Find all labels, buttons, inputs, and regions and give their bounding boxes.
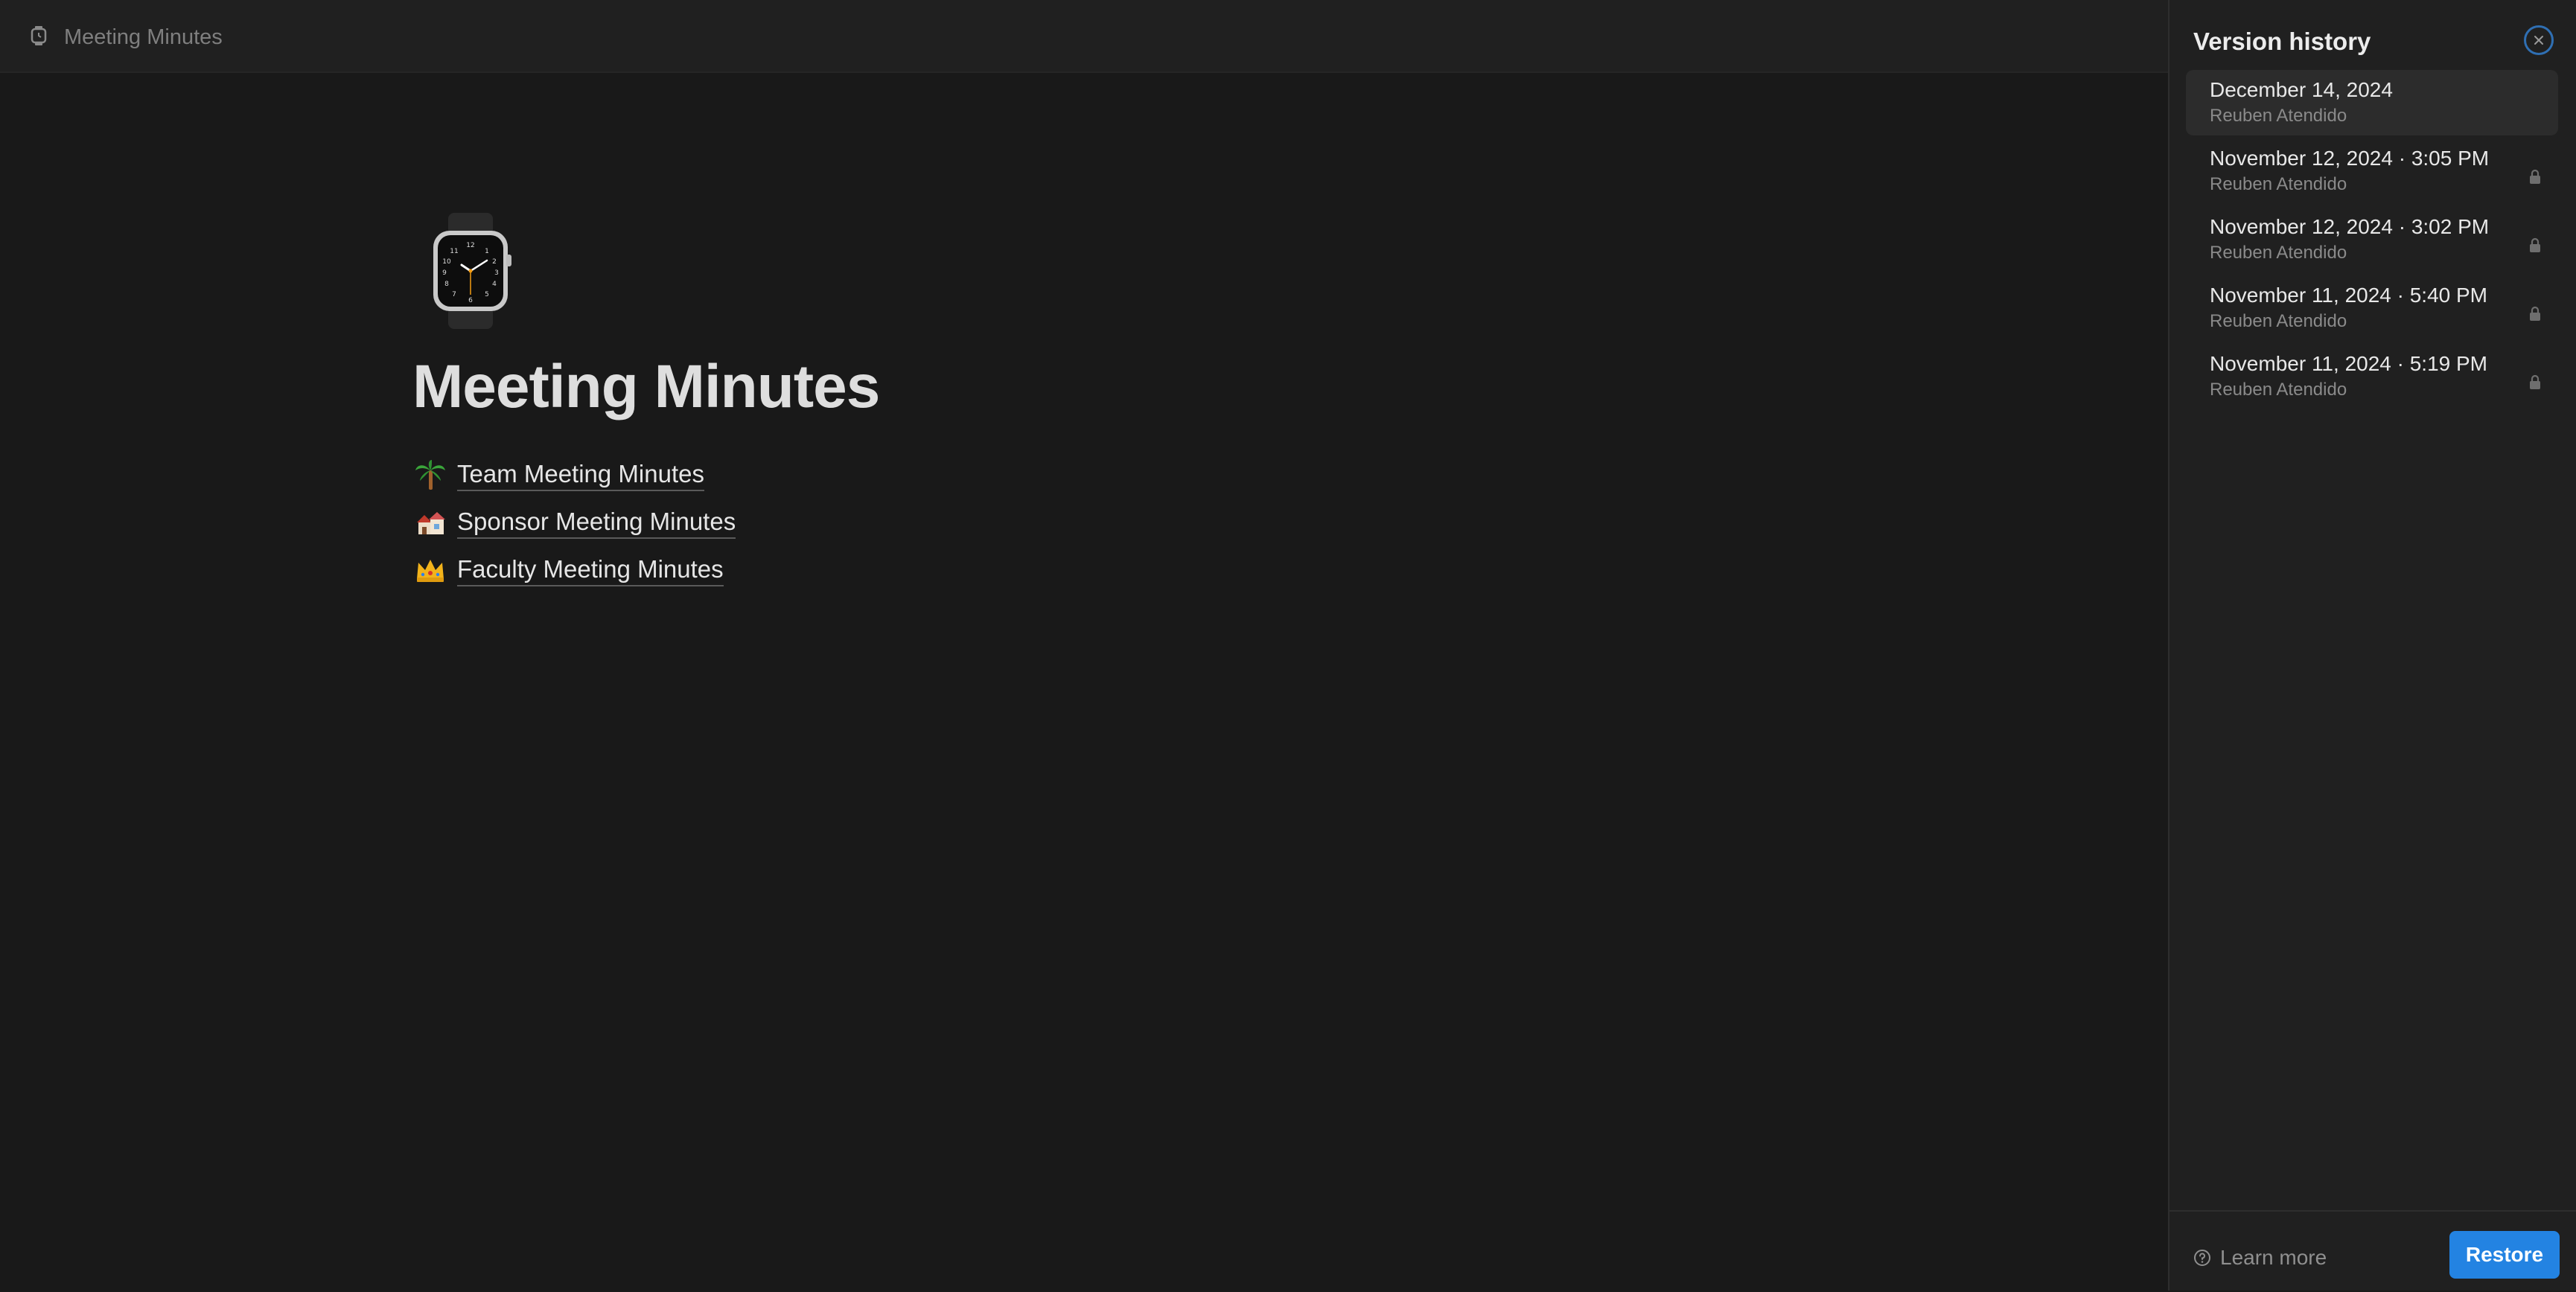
version-author: Reuben Atendido bbox=[2210, 380, 2347, 400]
svg-text:10: 10 bbox=[442, 258, 451, 266]
svg-text:6: 6 bbox=[468, 297, 473, 304]
learn-more-label[interactable]: Learn more bbox=[2220, 1244, 2327, 1271]
houses-icon bbox=[417, 512, 445, 534]
version-date: November 11, 2024 · 5:19 PM bbox=[2210, 352, 2488, 375]
version-author: Reuben Atendido bbox=[2210, 174, 2347, 194]
svg-text:5: 5 bbox=[485, 291, 489, 298]
version-author: Reuben Atendido bbox=[2210, 243, 2347, 263]
version-item[interactable]: November 11, 2024 · 5:19 PM Reuben Atend… bbox=[2186, 344, 2558, 409]
help-circle-icon bbox=[2194, 1250, 2210, 1266]
version-author: Reuben Atendido bbox=[2210, 106, 2347, 126]
version-history-title: Version history bbox=[2193, 28, 2371, 55]
crown-icon bbox=[417, 560, 444, 582]
version-item[interactable]: November 11, 2024 · 5:40 PM Reuben Atend… bbox=[2186, 275, 2558, 341]
app-window: Meeting Minutes 12 1 2 3 4 5 6 7 8 9 10 … bbox=[0, 0, 2576, 1291]
svg-text:7: 7 bbox=[452, 291, 456, 298]
version-history-panel: Version history December 14, 2024 Reuben… bbox=[2168, 0, 2576, 1291]
subpage-link-faculty[interactable]: Faculty Meeting Minutes bbox=[414, 546, 736, 594]
version-item[interactable]: November 12, 2024 · 3:05 PM Reuben Atend… bbox=[2186, 138, 2558, 204]
svg-text:1: 1 bbox=[485, 248, 489, 255]
version-date: November 11, 2024 · 5:40 PM bbox=[2210, 284, 2488, 307]
subpage-link-team[interactable]: Team Meeting Minutes bbox=[414, 451, 736, 499]
version-date: November 12, 2024 · 3:05 PM bbox=[2210, 147, 2490, 170]
breadcrumb-page-title[interactable]: Meeting Minutes bbox=[64, 22, 223, 52]
svg-text:11: 11 bbox=[450, 248, 458, 255]
top-bar: Meeting Minutes bbox=[0, 0, 2168, 73]
close-icon bbox=[2534, 36, 2543, 45]
watch-icon[interactable]: 12 1 2 3 4 5 6 7 8 9 10 11 bbox=[426, 211, 515, 330]
close-button[interactable] bbox=[2524, 25, 2554, 55]
subpage-link-label[interactable]: Faculty Meeting Minutes bbox=[457, 554, 724, 586]
lock-icon bbox=[2530, 374, 2540, 389]
lock-icon bbox=[2530, 306, 2540, 321]
version-date: December 14, 2024 bbox=[2210, 78, 2393, 101]
palm-tree-icon bbox=[415, 460, 445, 490]
svg-text:9: 9 bbox=[442, 269, 447, 277]
lock-icon bbox=[2530, 169, 2540, 184]
svg-text:4: 4 bbox=[492, 281, 497, 288]
version-item[interactable]: November 12, 2024 · 3:02 PM Reuben Atend… bbox=[2186, 207, 2558, 272]
version-author: Reuben Atendido bbox=[2210, 311, 2347, 331]
learn-more-link[interactable]: Learn more bbox=[2193, 1244, 2327, 1271]
subpage-link-label[interactable]: Sponsor Meeting Minutes bbox=[457, 506, 736, 539]
restore-button[interactable]: Restore bbox=[2449, 1231, 2560, 1279]
svg-text:3: 3 bbox=[494, 269, 499, 277]
version-item[interactable]: December 14, 2024 Reuben Atendido bbox=[2186, 70, 2558, 135]
version-list: December 14, 2024 Reuben Atendido Novemb… bbox=[2186, 70, 2558, 412]
lock-icon bbox=[2530, 237, 2540, 252]
svg-text:2: 2 bbox=[492, 258, 497, 266]
subpage-link-label[interactable]: Team Meeting Minutes bbox=[457, 458, 704, 491]
page-title[interactable]: Meeting Minutes bbox=[412, 350, 880, 424]
document-pane: Meeting Minutes 12 1 2 3 4 5 6 7 8 9 10 … bbox=[0, 0, 2168, 1291]
svg-text:12: 12 bbox=[466, 242, 474, 249]
svg-text:8: 8 bbox=[444, 281, 449, 288]
subpage-link-list: Team Meeting Minutes Sponsor Meeting Min… bbox=[414, 451, 736, 594]
watch-icon bbox=[31, 26, 47, 45]
version-date: November 12, 2024 · 3:02 PM bbox=[2210, 215, 2490, 238]
subpage-link-sponsor[interactable]: Sponsor Meeting Minutes bbox=[414, 499, 736, 546]
version-history-footer: Learn more Restore bbox=[2169, 1210, 2576, 1292]
